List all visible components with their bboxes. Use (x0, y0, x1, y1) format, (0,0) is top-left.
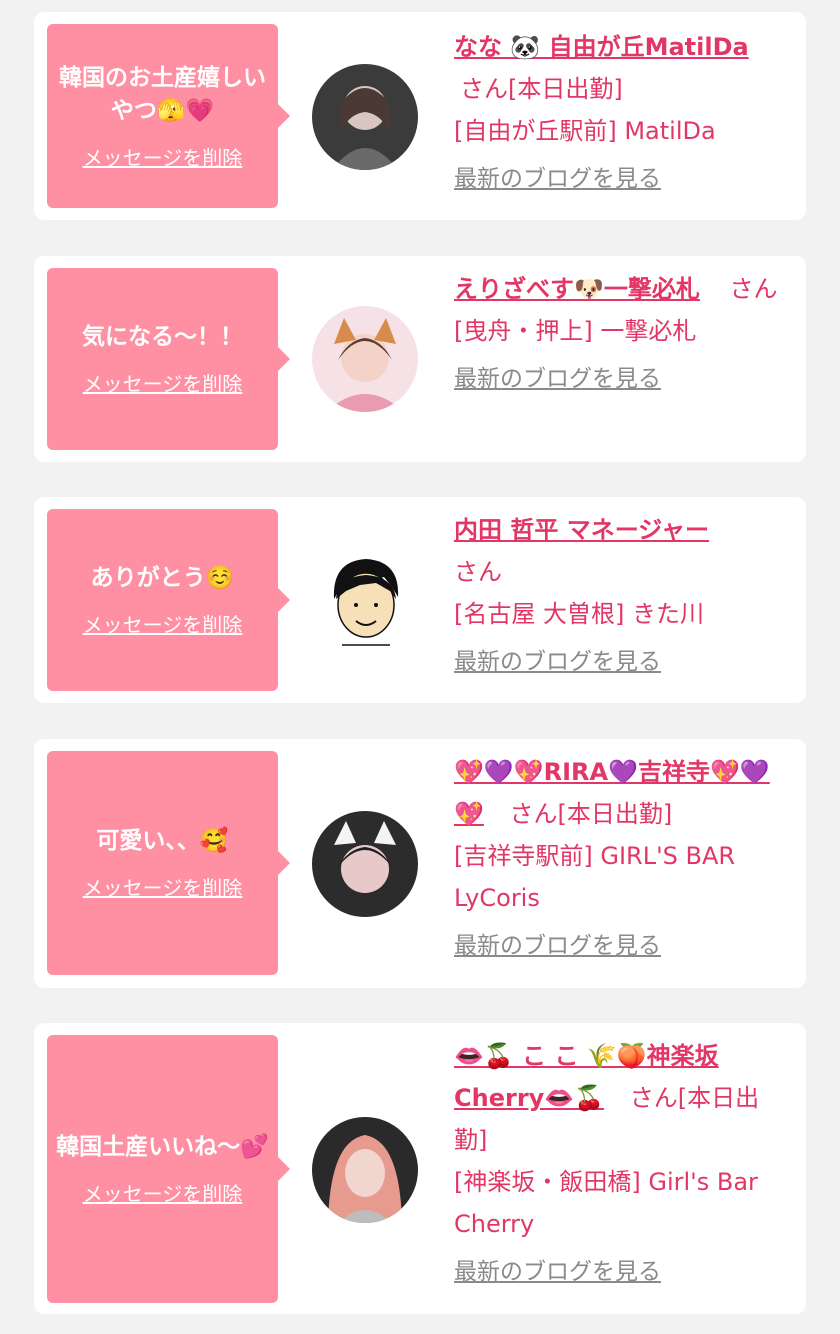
avatar[interactable] (312, 1117, 418, 1223)
message-text: 韓国のお土産嬉しいやつ🫣💗 (59, 64, 266, 124)
latest-blog-link[interactable]: 最新のブログを見る (454, 358, 788, 400)
sender-shop: [神楽坂・飯田橋] Girl's Bar Cherry (454, 1168, 758, 1238)
sender-info: なな 🐼 自由が丘MatilDa さん[本日出勤] [自由が丘駅前] Matil… (454, 26, 788, 200)
message-text: 可愛い、、🥰 (96, 828, 229, 854)
message-card: 気になる〜！！ メッセージを削除 えりざべす🐶一撃必札 さん [曳舟・押上] 一… (34, 256, 806, 462)
message-bubble: 気になる〜！！ メッセージを削除 (47, 268, 290, 450)
message-card: 可愛い、、🥰 メッセージを削除 💖💜💖RIRA💜吉祥寺💖💜💖 さん[本日出勤] … (34, 739, 806, 988)
delete-message-link[interactable]: メッセージを削除 (83, 872, 243, 901)
delete-message-link[interactable]: メッセージを削除 (83, 1178, 243, 1207)
avatar-photo-icon (312, 64, 418, 170)
delete-message-link[interactable]: メッセージを削除 (83, 142, 243, 171)
latest-blog-link[interactable]: 最新のブログを見る (454, 641, 788, 683)
message-bubble: 可愛い、、🥰 メッセージを削除 (47, 751, 290, 975)
avatar[interactable] (312, 64, 418, 170)
message-bubble: 韓国のお土産嬉しいやつ🫣💗 メッセージを削除 (47, 24, 290, 208)
message-bubble: ありがとう☺️ メッセージを削除 (47, 509, 290, 691)
avatar[interactable] (312, 306, 418, 412)
sender-shop: [自由が丘駅前] MatilDa (454, 117, 716, 145)
avatar[interactable] (312, 811, 418, 917)
sender-name-link[interactable]: えりざべす🐶一撃必札 (454, 275, 700, 303)
sender-shop: [名古屋 大曽根] きた川 (454, 600, 704, 628)
sender-info: えりざべす🐶一撃必札 さん [曳舟・押上] 一撃必札 最新のブログを見る (454, 268, 788, 400)
latest-blog-link[interactable]: 最新のブログを見る (454, 158, 788, 200)
message-card: ありがとう☺️ メッセージを削除 内田 哲平 マネージャー さん [名古屋 大曽… (34, 497, 806, 703)
delete-message-link[interactable]: メッセージを削除 (83, 609, 243, 638)
avatar-photo-icon (312, 1117, 418, 1223)
sender-suffix: さん (729, 275, 778, 303)
sender-info: 👄🍒 こ こ 🌾🍑神楽坂Cherry👄🍒 さん[本日出勤] [神楽坂・飯田橋] … (454, 1035, 788, 1293)
sender-shop: [曳舟・押上] 一撃必札 (454, 317, 697, 345)
latest-blog-link[interactable]: 最新のブログを見る (454, 1251, 788, 1293)
message-text: 韓国土産いいね〜💕 (56, 1134, 269, 1160)
sender-info: 内田 哲平 マネージャー さん [名古屋 大曽根] きた川 最新のブログを見る (454, 509, 788, 683)
avatar[interactable] (312, 547, 418, 653)
sender-name-link[interactable]: なな 🐼 自由が丘MatilDa (454, 33, 749, 61)
message-card: 韓国土産いいね〜💕 メッセージを削除 👄🍒 こ こ 🌾🍑神楽坂Cherry👄🍒 … (34, 1023, 806, 1314)
avatar-photo-icon (312, 306, 418, 412)
avatar-photo-icon (312, 811, 418, 917)
sender-suffix: さん[本日出勤] (509, 800, 673, 828)
message-text: ありがとう☺️ (90, 565, 235, 591)
sender-shop: [吉祥寺駅前] GIRL'S BAR LyCoris (454, 842, 736, 912)
delete-message-link[interactable]: メッセージを削除 (83, 368, 243, 397)
message-list: 韓国のお土産嬉しいやつ🫣💗 メッセージを削除 なな 🐼 自由が丘MatilDa … (0, 0, 840, 1334)
latest-blog-link[interactable]: 最新のブログを見る (454, 925, 788, 967)
message-card: 韓国のお土産嬉しいやつ🫣💗 メッセージを削除 なな 🐼 自由が丘MatilDa … (34, 12, 806, 220)
message-text: 気になる〜！！ (82, 324, 243, 350)
message-bubble: 韓国土産いいね〜💕 メッセージを削除 (47, 1035, 290, 1303)
sender-name-link[interactable]: 内田 哲平 マネージャー (454, 516, 709, 544)
sender-suffix: さん[本日出勤] (460, 75, 623, 103)
avatar-illustration-icon (312, 547, 418, 653)
sender-info: 💖💜💖RIRA💜吉祥寺💖💜💖 さん[本日出勤] [吉祥寺駅前] GIRL'S B… (454, 751, 788, 967)
sender-suffix: さん (454, 558, 502, 586)
